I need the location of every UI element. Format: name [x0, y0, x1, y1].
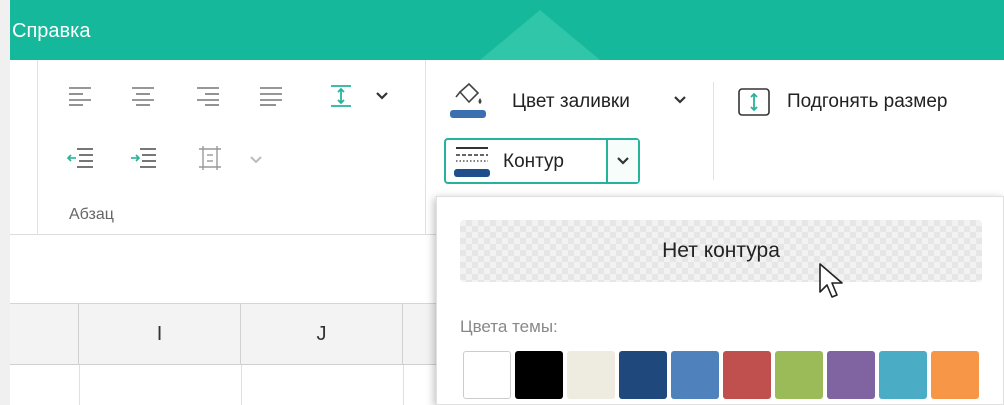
margins-icon[interactable] — [192, 142, 228, 174]
no-contour-button[interactable]: Нет контура — [460, 220, 982, 282]
grid-cell[interactable] — [241, 365, 404, 405]
color-swatch[interactable] — [827, 351, 875, 399]
increase-indent-icon[interactable] — [125, 142, 161, 174]
grid-cell[interactable] — [10, 365, 80, 405]
contour-dropdown: Нет контура Цвета темы: — [436, 196, 1004, 405]
align-justify-icon[interactable] — [253, 80, 289, 112]
contour-dropdown-toggle[interactable] — [606, 140, 638, 182]
contour-button[interactable]: Контур — [444, 138, 640, 184]
paragraph-group-label: Абзац — [69, 206, 114, 223]
mouse-cursor-icon — [819, 263, 843, 298]
fill-color-label: Цвет заливки — [512, 91, 630, 112]
chevron-down-icon — [617, 157, 629, 165]
align-left-icon[interactable] — [62, 80, 98, 112]
color-swatch[interactable] — [463, 351, 511, 399]
align-right-icon[interactable] — [190, 80, 226, 112]
vertical-align-icon[interactable] — [323, 80, 359, 112]
align-center-icon[interactable] — [125, 80, 161, 112]
tab-indicator — [480, 10, 600, 60]
color-swatch[interactable] — [775, 351, 823, 399]
divider — [713, 82, 714, 180]
chevron-down-icon[interactable] — [250, 156, 262, 164]
color-swatch[interactable] — [671, 351, 719, 399]
fit-size-icon — [738, 88, 770, 116]
column-header-i[interactable]: I — [79, 304, 241, 364]
grid-cell[interactable] — [79, 365, 242, 405]
color-swatch[interactable] — [879, 351, 927, 399]
color-swatch[interactable] — [723, 351, 771, 399]
fit-size-label: Подгонять размер — [787, 91, 948, 112]
theme-colors-label: Цвета темы: — [460, 317, 558, 336]
divider — [425, 60, 426, 234]
paint-bucket-icon — [450, 82, 486, 118]
contour-label: Контур — [503, 151, 564, 172]
color-swatch[interactable] — [515, 351, 563, 399]
color-swatch[interactable] — [619, 351, 667, 399]
color-swatch[interactable] — [567, 351, 615, 399]
decrease-indent-icon[interactable] — [62, 142, 98, 174]
column-header-j[interactable]: J — [241, 304, 403, 364]
title-bar: Справка — [10, 0, 1004, 60]
color-swatch[interactable] — [931, 351, 979, 399]
column-header[interactable] — [10, 304, 79, 364]
chevron-down-icon[interactable] — [376, 92, 388, 100]
menu-help[interactable]: Справка — [12, 20, 90, 43]
chevron-down-icon[interactable] — [674, 96, 686, 104]
divider — [37, 60, 38, 234]
line-style-icon — [454, 147, 490, 177]
